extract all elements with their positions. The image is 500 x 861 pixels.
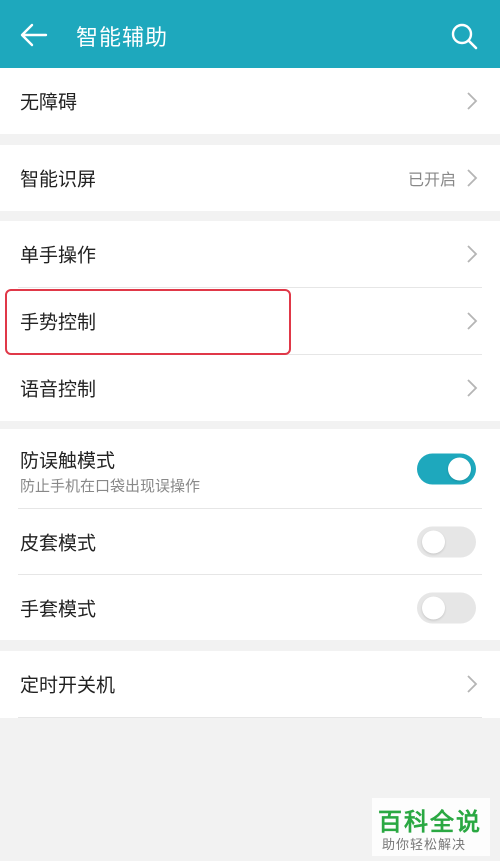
- toggle-knob: [422, 530, 445, 553]
- chevron-right-icon: [467, 312, 478, 330]
- setting-label: 手势控制: [20, 311, 97, 334]
- app-bar: 智能辅助: [0, 0, 500, 68]
- divider: [18, 717, 482, 718]
- setting-row-accessibility[interactable]: 无障碍: [0, 68, 500, 134]
- chevron-right-icon: [467, 92, 478, 110]
- setting-row-one-hand[interactable]: 单手操作: [0, 221, 500, 287]
- watermark-logo: 百科全说 助你轻松解决: [372, 798, 490, 856]
- settings-group-schedule: 定时开关机: [0, 651, 500, 718]
- setting-label: 防误触模式: [20, 450, 116, 472]
- page-title: 智能辅助: [76, 26, 169, 51]
- case-mode-toggle[interactable]: [417, 526, 476, 557]
- watermark-subtitle: 助你轻松解决: [382, 838, 467, 853]
- setting-row-gesture-control[interactable]: 手势控制: [0, 288, 500, 354]
- setting-sublabel: 防止手机在口袋出现误操作: [20, 477, 201, 495]
- anti-mistouch-toggle[interactable]: [417, 453, 476, 484]
- setting-row-case-mode[interactable]: 皮套模式: [0, 509, 500, 574]
- setting-label: 皮套模式: [20, 532, 97, 554]
- setting-label: 定时开关机: [20, 674, 116, 697]
- setting-status-value: 已开启: [407, 170, 456, 189]
- setting-row-voice-control[interactable]: 语音控制: [0, 355, 500, 421]
- chevron-right-icon: [467, 675, 478, 693]
- app: 智能辅助 无障碍 智能识屏 已开启 单手操作 手势控制 语音控制 防误触模式 防…: [0, 0, 500, 861]
- setting-label: 无障碍: [20, 91, 78, 114]
- toggle-knob: [422, 596, 445, 619]
- chevron-right-icon: [467, 169, 478, 187]
- search-button[interactable]: [446, 18, 482, 54]
- arrow-left-icon: [20, 23, 48, 47]
- setting-row-glove-mode[interactable]: 手套模式: [0, 575, 500, 640]
- settings-group-modes: 防误触模式 防止手机在口袋出现误操作 皮套模式 手套模式: [0, 429, 500, 640]
- setting-row-smart-screen[interactable]: 智能识屏 已开启: [0, 145, 500, 211]
- setting-label: 手套模式: [20, 598, 97, 620]
- setting-label: 单手操作: [20, 244, 97, 267]
- setting-row-scheduled-power[interactable]: 定时开关机: [0, 651, 500, 717]
- glove-mode-toggle[interactable]: [417, 592, 476, 623]
- toggle-knob: [448, 457, 471, 480]
- settings-group-screen-recognition: 智能识屏 已开启: [0, 145, 500, 211]
- search-icon: [451, 23, 478, 50]
- settings-group-accessibility: 无障碍: [0, 68, 500, 134]
- setting-label: 智能识屏: [20, 168, 97, 191]
- chevron-right-icon: [467, 379, 478, 397]
- watermark-title: 百科全说: [378, 808, 482, 836]
- back-button[interactable]: [16, 17, 52, 53]
- chevron-right-icon: [467, 245, 478, 263]
- settings-group-controls: 单手操作 手势控制 语音控制: [0, 221, 500, 421]
- setting-label: 语音控制: [20, 378, 97, 401]
- setting-row-anti-mistouch[interactable]: 防误触模式 防止手机在口袋出现误操作: [0, 429, 500, 508]
